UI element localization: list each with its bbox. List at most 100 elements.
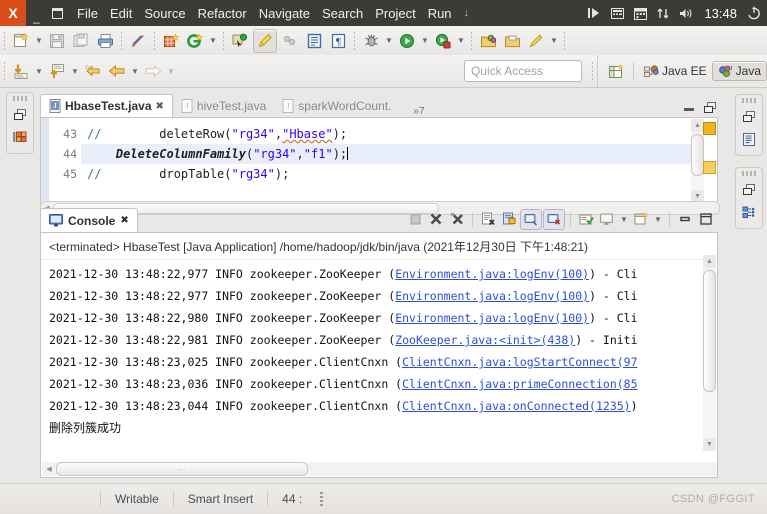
run-coverage-button[interactable] (432, 30, 454, 52)
sidebar-grip[interactable] (742, 98, 756, 103)
clock-label[interactable]: 13:48 (704, 6, 737, 21)
scroll-down-button[interactable]: ▼ (703, 438, 716, 451)
new-folder-button[interactable] (477, 30, 499, 52)
step-return-dropdown[interactable]: ▼ (69, 60, 81, 82)
stack-link[interactable]: ClientCnxn.java:onConnected(1235) (402, 399, 630, 413)
network-updown-icon[interactable] (657, 7, 669, 20)
restore-icon[interactable] (739, 107, 759, 127)
menu-overflow-icon[interactable]: ↓ (464, 7, 470, 19)
editor-gutter[interactable] (41, 118, 49, 204)
status-grip[interactable] (320, 492, 324, 506)
text-entry-icon[interactable] (587, 6, 601, 20)
save-all-button[interactable] (70, 30, 92, 52)
scroll-lock-button[interactable] (520, 208, 542, 230)
display-selected-console-dropdown[interactable]: ▼ (618, 208, 630, 230)
quick-access-input[interactable]: Quick Access (463, 60, 582, 82)
display-selected-console-button[interactable] (597, 210, 617, 229)
print-button[interactable] (94, 30, 116, 52)
restore-icon[interactable] (739, 180, 759, 200)
code-line-44[interactable]: DeleteColumnFamily("rg34","f1"); (81, 144, 717, 164)
window-minimize-button[interactable]: _ (26, 0, 47, 28)
forward-button[interactable] (142, 60, 164, 82)
back-history-button[interactable] (82, 60, 104, 82)
console-maximize-button[interactable] (696, 210, 716, 229)
editor-overview-ruler[interactable] (703, 119, 717, 203)
perspective-java[interactable]: J Java (711, 61, 767, 81)
code-line-43[interactable]: // deleteRow("rg34","Hbase"); (81, 124, 717, 144)
new-wizard-dropdown[interactable]: ▼ (33, 30, 45, 52)
tab-hbasetest-close-icon[interactable]: ✖ (156, 101, 164, 112)
restore-icon[interactable] (10, 105, 30, 125)
stack-link[interactable]: ZooKeeper.java:<init>(438) (395, 333, 575, 347)
terminate-button[interactable] (405, 210, 425, 229)
remove-all-terminated-button[interactable] (447, 210, 467, 229)
run-coverage-dropdown[interactable]: ▼ (455, 30, 467, 52)
tab-overflow-indicator[interactable]: »7 (413, 106, 424, 117)
menu-item-refactor[interactable]: Refactor (198, 6, 247, 21)
menu-item-edit[interactable]: Edit (110, 6, 132, 21)
stack-link[interactable]: Environment.java:logEnv(100) (395, 311, 589, 325)
sidebar-grip[interactable] (13, 96, 27, 101)
lock-scroll-button[interactable] (499, 210, 519, 229)
sidebar-grip[interactable] (742, 171, 756, 176)
package-explorer-icon[interactable] (10, 127, 30, 147)
console-output[interactable]: 2021-12-30 13:48:22,977 INFO zookeeper.Z… (41, 260, 717, 439)
new-java-package-button[interactable] (160, 30, 182, 52)
open-console-dropdown[interactable]: ▼ (652, 208, 664, 230)
console-vertical-scrollbar[interactable]: ▲ ▼ (703, 255, 716, 451)
menu-item-navigate[interactable]: Navigate (259, 6, 310, 21)
open-console-button[interactable] (631, 210, 651, 229)
step-return-button[interactable] (46, 60, 68, 82)
scroll-up-button[interactable]: ▲ (703, 255, 716, 268)
run-dropdown[interactable]: ▼ (419, 30, 431, 52)
new-java-class-dropdown[interactable]: ▼ (207, 30, 219, 52)
warning-marker[interactable] (703, 122, 716, 135)
step-into-dropdown[interactable]: ▼ (33, 60, 45, 82)
open-type-button[interactable] (229, 30, 251, 52)
scroll-thumb[interactable] (703, 270, 716, 392)
tab-console-close-icon[interactable]: ✖ (120, 215, 128, 226)
stack-link[interactable]: Environment.java:logEnv(100) (395, 267, 589, 281)
back-button[interactable] (106, 60, 128, 82)
new-wizard-button[interactable] (10, 30, 32, 52)
code-line-45[interactable]: // dropTable("rg34"); (81, 164, 717, 184)
debug-dropdown[interactable]: ▼ (383, 30, 395, 52)
new-java-class-button[interactable] (184, 30, 206, 52)
editor-code-area[interactable]: // deleteRow("rg34","Hbase"); DeleteColu… (81, 118, 717, 204)
power-icon[interactable] (747, 6, 761, 20)
editor-body[interactable]: 43 44 45 // deleteRow("rg34","Hbase"); D… (40, 117, 718, 205)
show-console-on-output-button[interactable] (576, 210, 596, 229)
calendar-icon[interactable] (634, 7, 648, 20)
window-maximize-button[interactable] (47, 0, 68, 26)
menu-item-file[interactable]: File (77, 6, 98, 21)
editor-maximize-button[interactable] (704, 102, 716, 114)
scroll-left-button[interactable]: ◀ (42, 463, 56, 476)
tab-console[interactable]: Console ✖ (40, 208, 138, 232)
stack-link[interactable]: Environment.java:logEnv(100) (395, 289, 589, 303)
task-list-icon[interactable] (739, 202, 759, 222)
stack-link[interactable]: ClientCnxn.java:logStartConnect(97 (402, 355, 637, 369)
remove-launch-button[interactable] (426, 210, 446, 229)
clear-console-button[interactable] (478, 210, 498, 229)
menu-item-run[interactable]: Run (428, 6, 452, 21)
perspective-java-ee[interactable]: Java EE (639, 62, 712, 80)
warning-marker[interactable] (703, 161, 716, 174)
outline-icon[interactable] (739, 129, 759, 149)
tab-hbasetest[interactable]: J HbaseTest.java ✖ (40, 94, 173, 117)
open-task-button[interactable] (303, 30, 325, 52)
annotation-dropdown[interactable]: ▼ (548, 30, 560, 52)
toggle-java-editor-button[interactable] (253, 28, 277, 53)
show-whitespace-button[interactable]: ¶ (327, 30, 349, 52)
stack-link[interactable]: ClientCnxn.java:primeConnection(85 (402, 377, 637, 391)
scroll-thumb[interactable]: ⋯ (56, 462, 308, 476)
debug-button[interactable] (360, 30, 382, 52)
open-perspective-button[interactable] (605, 60, 627, 82)
keyboard-icon[interactable] (611, 7, 625, 20)
back-dropdown[interactable]: ▼ (129, 60, 141, 82)
toggle-mark-occurrences-button[interactable] (127, 30, 149, 52)
forward-dropdown[interactable]: ▼ (165, 60, 177, 82)
search-button[interactable] (279, 30, 301, 52)
word-wrap-button[interactable] (543, 208, 565, 230)
menu-item-project[interactable]: Project (375, 6, 415, 21)
tab-sparkwordcount[interactable]: J sparkWordCount. (274, 95, 399, 117)
